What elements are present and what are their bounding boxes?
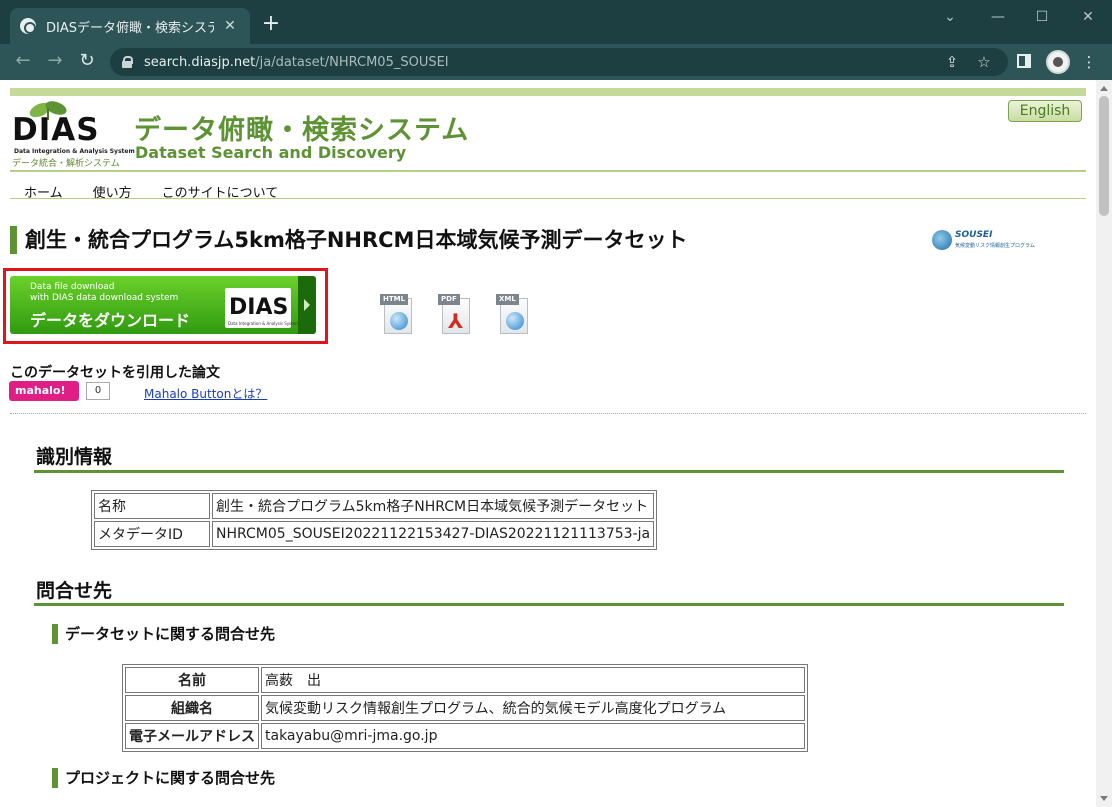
dias-logo[interactable]: DIAS Data Integration & Analysis System … xyxy=(12,96,135,169)
table-label: メタデータID xyxy=(94,521,210,547)
download-dias-logo: DIAS Data Integration & Analysis System xyxy=(225,288,299,328)
browser-toolbar: ← → ↻ search.diasjp.net/ja/dataset/NHRCM… xyxy=(0,44,1112,80)
nav-divider-top xyxy=(10,170,1086,172)
page-title: 創生・統合プログラム5km格子NHRCM日本域気候予測データセット xyxy=(10,226,687,254)
sousei-logo-text: SOUSEI xyxy=(955,230,993,240)
contact-heading: 問合せ先 xyxy=(36,580,113,602)
table-row: メタデータID NHRCM05_SOUSEI20221122153427-DIA… xyxy=(94,521,655,547)
globe-favicon-icon xyxy=(20,18,36,34)
download-caption-line1: Data file download xyxy=(30,282,115,292)
sousei-logo-subtitle: 気候変動リスク情報創生プログラム xyxy=(955,243,1035,249)
mahalo-label: mahalo! xyxy=(15,384,66,397)
download-label: データをダウンロード xyxy=(30,311,191,330)
globe-icon xyxy=(390,312,408,330)
lock-icon[interactable] xyxy=(122,56,133,68)
dataset-contact-heading: データセットに関する問合せ先 xyxy=(52,624,275,644)
contact-rule xyxy=(34,603,1064,606)
table-row: 名称 創生・統合プログラム5km格子NHRCM日本域気候予測データセット xyxy=(94,493,655,519)
site-title: データ俯瞰・検索システム xyxy=(134,115,470,146)
table-label: 組織名 xyxy=(125,695,259,721)
maximize-button[interactable]: ☐ xyxy=(1028,6,1056,30)
new-tab-button[interactable]: + xyxy=(258,12,284,38)
file-tag-html: HTML xyxy=(380,294,409,305)
table-label: 名称 xyxy=(94,493,210,519)
table-value: NHRCM05_SOUSEI20221122153427-DIAS2022112… xyxy=(212,521,655,547)
english-language-button[interactable]: English xyxy=(1008,100,1082,122)
dataset-contact-table: 名前 高薮 出 組織名 気候変動リスク情報創生プログラム、統合的気候モデル高度化… xyxy=(122,664,808,752)
logo-subtitle-ja: データ統合・解析システム xyxy=(12,159,120,169)
side-panel-icon[interactable] xyxy=(1017,54,1031,68)
identification-table: 名称 創生・統合プログラム5km格子NHRCM日本域気候予測データセット メタデ… xyxy=(91,490,658,550)
bookmark-star-icon[interactable]: ☆ xyxy=(974,52,994,72)
mahalo-button[interactable]: mahalo! xyxy=(9,381,79,401)
chevron-right-icon xyxy=(298,276,316,334)
minimize-button[interactable]: — xyxy=(984,6,1012,30)
acrobat-icon: ⅄ xyxy=(448,309,464,333)
file-tag-xml: XML xyxy=(496,294,519,305)
share-icon[interactable]: ⇪ xyxy=(942,52,962,72)
table-label: 電子メールアドレス xyxy=(125,723,259,749)
back-arrow-icon[interactable]: ← xyxy=(10,50,36,74)
scroll-thumb[interactable] xyxy=(1099,96,1109,216)
project-contact-heading: プロジェクトに関する問合せ先 xyxy=(52,768,275,788)
html-file-icon[interactable]: HTML xyxy=(380,292,414,334)
scroll-up-icon[interactable] xyxy=(1100,86,1108,91)
download-logo-subtitle: Data Integration & Analysis System xyxy=(228,321,300,326)
identification-rule xyxy=(34,470,1064,473)
browser-tab-active[interactable]: DIASデータ俯瞰・検索システム ✕ xyxy=(10,8,250,44)
file-tag-pdf: PDF xyxy=(438,294,460,305)
forward-arrow-icon[interactable]: → xyxy=(42,50,68,74)
vertical-scrollbar[interactable] xyxy=(1096,80,1112,807)
tab-title: DIASデータ俯瞰・検索システム xyxy=(46,20,214,36)
pdf-file-icon[interactable]: PDF ⅄ xyxy=(438,292,472,334)
identification-heading: 識別情報 xyxy=(36,446,113,468)
close-window-button[interactable]: ✕ xyxy=(1074,6,1102,30)
mahalo-about-link[interactable]: Mahalo Buttonとは？ xyxy=(144,385,267,402)
table-row: 電子メールアドレス takayabu@mri-jma.go.jp xyxy=(125,723,805,749)
page-viewport: DIAS Data Integration & Analysis System … xyxy=(0,80,1096,807)
profile-avatar[interactable] xyxy=(1046,50,1070,74)
scroll-down-icon[interactable] xyxy=(1100,796,1108,801)
tab-close-icon[interactable]: ✕ xyxy=(220,18,240,34)
table-row: 組織名 気候変動リスク情報創生プログラム、統合的気候モデル高度化プログラム xyxy=(125,695,805,721)
download-caption-line2: with DIAS data download system xyxy=(30,293,179,303)
table-value: 気候変動リスク情報創生プログラム、統合的気候モデル高度化プログラム xyxy=(261,695,805,721)
url-text: search.diasjp.net/ja/dataset/NHRCM05_SOU… xyxy=(144,54,449,70)
menu-kebab-icon[interactable]: ⋮ xyxy=(1078,51,1100,73)
sousei-globe-icon xyxy=(932,230,952,250)
site-subtitle: Dataset Search and Discovery xyxy=(135,143,407,162)
header-stripe xyxy=(10,88,1086,96)
table-value: 高薮 出 xyxy=(261,667,805,693)
table-label: 名前 xyxy=(125,667,259,693)
table-row: 名前 高薮 出 xyxy=(125,667,805,693)
download-logo-text: DIAS xyxy=(229,295,289,320)
logo-text: DIAS xyxy=(12,112,100,148)
address-bar[interactable]: search.diasjp.net/ja/dataset/NHRCM05_SOU… xyxy=(110,48,1008,76)
globe-icon xyxy=(506,312,524,330)
browser-tab-bar: DIASデータ俯瞰・検索システム ✕ + ⌄ — ☐ ✕ xyxy=(0,0,1112,44)
table-value: 創生・統合プログラム5km格子NHRCM日本域気候予測データセット xyxy=(212,493,655,519)
nav-divider-bottom xyxy=(10,198,1086,199)
section-divider xyxy=(10,413,1086,414)
citations-title: このデータセットを引用した論文 xyxy=(10,365,220,381)
xml-file-icon[interactable]: XML xyxy=(496,292,530,334)
reload-icon[interactable]: ↻ xyxy=(74,50,100,74)
mahalo-count: 0 xyxy=(86,382,110,400)
table-value: takayabu@mri-jma.go.jp xyxy=(261,723,805,749)
logo-subtitle-en: Data Integration & Analysis System xyxy=(14,148,135,155)
download-data-button[interactable]: Data file download with DIAS data downlo… xyxy=(10,276,316,334)
sousei-logo: SOUSEI 気候変動リスク情報創生プログラム xyxy=(932,230,1036,252)
tab-search-chevron-icon[interactable]: ⌄ xyxy=(936,6,964,30)
